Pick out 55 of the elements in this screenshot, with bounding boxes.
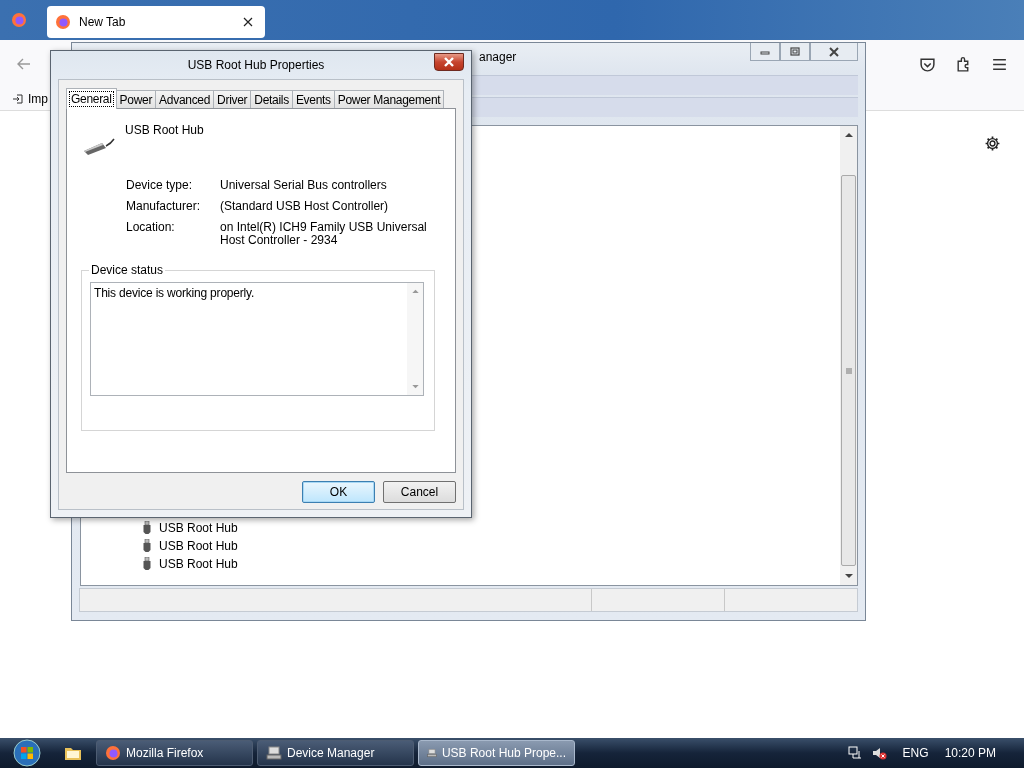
dialog-button[interactable]: Cancel	[383, 481, 456, 503]
close-icon	[828, 46, 840, 57]
dialog-button[interactable]: OK	[302, 481, 375, 503]
tree-item[interactable]: USB Root Hub	[159, 521, 238, 535]
language-indicator[interactable]: ENG	[902, 746, 929, 760]
firefox-icon	[55, 14, 71, 30]
settings-icon[interactable]	[984, 135, 1001, 152]
close-button[interactable]	[434, 53, 464, 71]
taskbar-button[interactable]: USB Root Hub Prope...	[418, 740, 575, 766]
maximize-icon	[789, 46, 801, 57]
folder-icon[interactable]	[64, 745, 82, 761]
tab[interactable]: Advanced	[155, 90, 215, 108]
property-label: Device type:	[126, 179, 194, 192]
network-icon[interactable]	[846, 745, 863, 761]
computer-icon	[266, 745, 282, 761]
close-icon[interactable]	[243, 17, 253, 27]
scroll-down-icon[interactable]	[844, 574, 853, 579]
tab[interactable]: Events	[291, 90, 335, 108]
tree-item[interactable]: USB Root Hub	[159, 557, 238, 571]
pocket-icon[interactable]	[919, 55, 936, 73]
close-icon	[443, 57, 455, 67]
status-text: This device is working properly.	[93, 285, 256, 302]
tab[interactable]: Power Management	[333, 90, 445, 108]
firefox-icon	[105, 745, 121, 761]
scrollbar[interactable]	[840, 126, 857, 585]
taskbar-button[interactable]: Mozilla Firefox	[96, 740, 253, 766]
scroll-up-icon[interactable]	[844, 132, 853, 137]
maximize-button[interactable]	[780, 43, 810, 61]
tab[interactable]: Driver	[213, 90, 252, 108]
property-label: Manufacturer:	[126, 200, 202, 213]
usb-plug-icon	[143, 521, 151, 535]
window-title: anager	[479, 50, 517, 64]
usb-plug-icon	[143, 557, 151, 571]
muted-speaker-icon[interactable]	[870, 745, 887, 761]
property-value: (Standard USB Host Controller)	[220, 200, 390, 213]
browser-tab[interactable]: New Tab	[47, 6, 265, 38]
usb-plug-icon	[143, 539, 151, 553]
taskbar-button[interactable]: Device Manager	[257, 740, 414, 766]
dialog-title: USB Root Hub Properties	[186, 58, 326, 72]
property-value: Universal Serial Bus controllers	[220, 179, 388, 192]
close-button[interactable]	[810, 43, 858, 61]
import-icon	[12, 93, 24, 105]
tree-item[interactable]: USB Root Hub	[159, 539, 238, 553]
grip-icon	[845, 367, 852, 374]
property-label: Location:	[126, 221, 176, 236]
bookmark-item[interactable]: Imp	[12, 92, 48, 106]
group-label: Device status	[90, 263, 165, 277]
tab[interactable]: Details	[250, 90, 293, 108]
clock[interactable]: 10:20 PM	[944, 746, 996, 760]
property-value: on Intel(R) ICH9 Family USB Universal Host Controller - 2934	[220, 221, 428, 247]
back-arrow-icon[interactable]	[16, 56, 32, 72]
tab[interactable]: Power	[115, 90, 157, 108]
tab[interactable]: General	[66, 88, 117, 109]
device-name: USB Root Hub	[125, 123, 204, 139]
start-button[interactable]	[12, 738, 42, 768]
